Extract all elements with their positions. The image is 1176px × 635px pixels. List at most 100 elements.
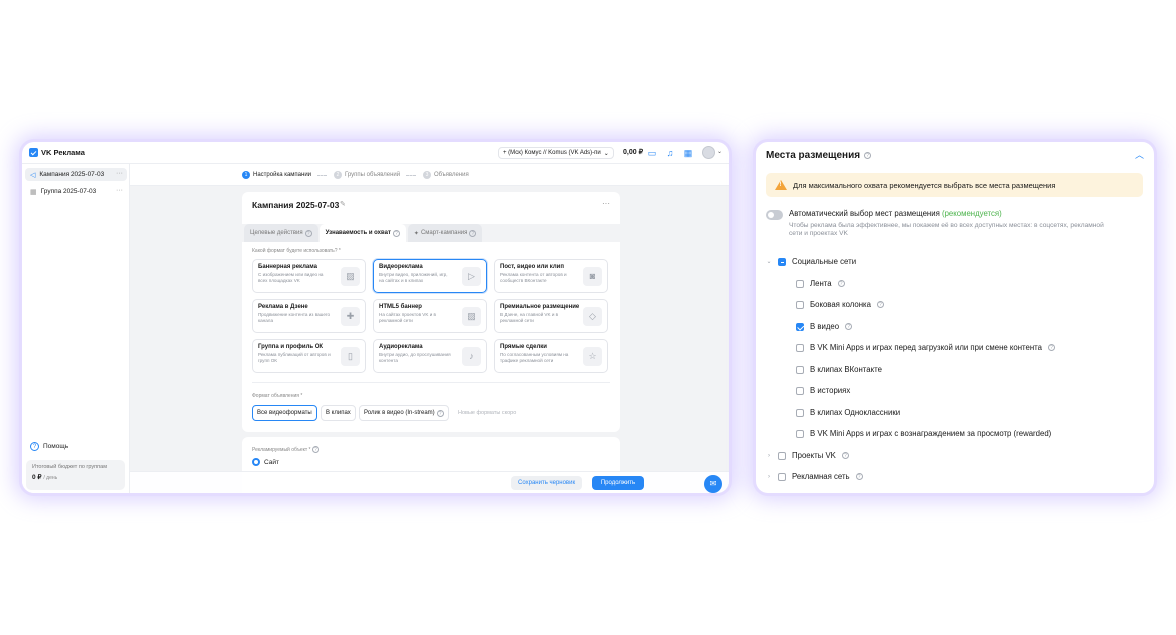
ad-format-clips[interactable]: В клипах	[321, 405, 356, 421]
help-icon[interactable]: ?	[855, 473, 863, 480]
checkbox[interactable]	[796, 343, 804, 352]
budget-label: Итоговый бюджет по группам	[32, 464, 107, 470]
placement-item-miniapps-rewarded[interactable]: В VK Mini Apps и играх с вознаграждением…	[796, 429, 1051, 438]
megaphone-icon: ◁	[30, 171, 36, 179]
balance[interactable]: 0,00 ₽	[623, 148, 643, 156]
checkbox[interactable]	[796, 300, 804, 309]
help-icon[interactable]: ?	[837, 280, 845, 287]
more-icon[interactable]: ···	[116, 187, 123, 194]
auto-placement-description: Чтобы реклама была эффективнее, мы покаж…	[789, 222, 1104, 237]
checkbox-checked[interactable]	[796, 322, 804, 331]
continue-button[interactable]: Продолжить	[592, 476, 644, 490]
recommendation-alert: Для максимального охвата рекомендуется в…	[766, 173, 1143, 197]
placement-group-ad-network[interactable]: › Рекламная сеть ?	[766, 472, 863, 481]
chevron-right-icon[interactable]: ›	[766, 453, 772, 459]
app-name: VK Реклама	[41, 148, 85, 157]
help-icon[interactable]: ?	[841, 452, 849, 459]
format-premium[interactable]: Премиальное размещение В Дзене, на главн…	[494, 299, 608, 333]
help-icon[interactable]: ?	[392, 229, 400, 237]
vk-icon: ◙	[583, 267, 602, 286]
placement-item-in-video[interactable]: В видео ?	[796, 322, 853, 331]
format-dzen[interactable]: Реклама в Дзене Продвижение контента из …	[252, 299, 366, 333]
wallet-icon[interactable]: ▭	[647, 148, 657, 158]
tab-smart-campaign[interactable]: ✦ Смарт-кампания?	[407, 224, 483, 242]
chevron-down-icon[interactable]: ⌄	[717, 148, 722, 155]
placement-item-ok-clips[interactable]: В клипах Одноклассники	[796, 408, 900, 417]
tab-awareness[interactable]: Узнаваемость и охват?	[319, 224, 406, 242]
placement-item-vk-clips[interactable]: В клипах ВКонтакте	[796, 365, 882, 374]
edit-icon[interactable]: ✎	[340, 200, 346, 208]
bell-icon[interactable]: ♫	[665, 148, 675, 158]
more-icon[interactable]: ···	[602, 199, 610, 208]
format-post[interactable]: Пост, видео или клип Реклама контента от…	[494, 259, 608, 293]
vk-ads-logo[interactable]: VK Реклама	[29, 148, 85, 157]
format-banner[interactable]: Баннерная реклама С изображением или вид…	[252, 259, 366, 293]
placement-item-feed[interactable]: Лента ?	[796, 279, 845, 288]
checkbox[interactable]	[796, 386, 804, 395]
sidebar-item-group[interactable]: ▦ Группа 2025-07-03 ···	[25, 185, 127, 198]
checkbox[interactable]	[796, 408, 804, 417]
checkbox[interactable]	[778, 451, 786, 460]
step-groups[interactable]: 2 Группы объявлений	[334, 171, 400, 179]
help-icon[interactable]: ?	[845, 323, 853, 330]
help-icon[interactable]: ?	[876, 301, 884, 308]
format-html5[interactable]: HTML5 баннер На сайтах проектов VK и в р…	[373, 299, 487, 333]
placement-item-stories[interactable]: В историях	[796, 386, 850, 395]
checkbox[interactable]	[778, 472, 786, 481]
save-draft-button[interactable]: Сохранить черновик	[511, 476, 583, 490]
chat-icon[interactable]: ✉	[704, 475, 722, 493]
campaign-title: Кампания 2025-07-03	[252, 200, 340, 210]
sidebar-item-campaign[interactable]: ◁ Кампания 2025-07-03 ···	[25, 168, 127, 181]
step-divider	[406, 175, 416, 176]
checkbox[interactable]	[796, 429, 804, 438]
sidebar-item-label: Группа 2025-07-03	[40, 188, 97, 195]
chevron-up-icon[interactable]: ︿	[1135, 148, 1144, 161]
checkbox[interactable]	[796, 365, 804, 374]
top-bar: VK Реклама + (Мск) Комус // Komus (VK Ad…	[22, 142, 729, 164]
placements-panel: Места размещения ? ︿ Для максимального о…	[756, 142, 1154, 493]
step-campaign[interactable]: 1 Настройка кампании	[242, 171, 311, 179]
avatar[interactable]	[702, 146, 715, 159]
ad-format-all-video[interactable]: Все видеоформаты	[252, 405, 317, 421]
step-ads[interactable]: 3 Объявления	[423, 171, 469, 179]
format-ok[interactable]: Группа и профиль ОК Реклама публикаций о…	[252, 339, 366, 373]
help-icon[interactable]: ?	[311, 446, 319, 453]
auto-placement-toggle[interactable]	[766, 210, 783, 220]
checkbox[interactable]	[796, 279, 804, 288]
placement-item-sidebar[interactable]: Боковая колонка ?	[796, 300, 884, 309]
more-icon[interactable]: ···	[116, 170, 123, 177]
ok-icon: ▯	[341, 347, 360, 366]
help-icon[interactable]: ?	[469, 229, 477, 237]
main-area: 1 Настройка кампании 2 Группы объявлений…	[130, 164, 729, 493]
star-icon: ☆	[583, 347, 602, 366]
sidebar-item-label: Кампания 2025-07-03	[39, 171, 105, 178]
chevron-right-icon[interactable]: ›	[766, 474, 772, 480]
placement-item-miniapps-loading[interactable]: В VK Mini Apps и играх перед загрузкой и…	[796, 343, 1055, 352]
step-divider	[317, 175, 327, 176]
checkbox-indeterminate[interactable]	[778, 257, 786, 266]
account-selector[interactable]: + (Мск) Комус // Komus (VK Ads)-пи ⌄	[498, 147, 614, 159]
apps-icon[interactable]: ▦	[683, 148, 693, 158]
help-icon[interactable]: ?	[304, 229, 312, 237]
budget-summary: Итоговый бюджет по группам 0 ₽ / день	[26, 460, 125, 490]
help-icon[interactable]: ?	[1047, 344, 1055, 351]
format-question: Какой формат будете использовать? *	[252, 248, 341, 254]
ad-format-label: Формат объявления *	[252, 393, 303, 399]
placement-group-vk-projects[interactable]: › Проекты VK ?	[766, 451, 849, 460]
help-link[interactable]: ? Помощь	[30, 442, 68, 451]
help-icon[interactable]: ?	[864, 152, 872, 159]
object-radio-site[interactable]: Сайт	[252, 458, 279, 466]
ad-format-instream[interactable]: Ролик в видео (In-stream) ?	[359, 405, 449, 421]
budget-value: 0 ₽ / день	[32, 474, 58, 481]
format-video[interactable]: Видеореклама Внутри видео, приложений, и…	[373, 259, 487, 293]
placement-group-social[interactable]: ⌄ Социальные сети	[766, 257, 856, 266]
diamond-icon: ◇	[583, 307, 602, 326]
format-direct-deals[interactable]: Прямые сделки По согласованным условиям …	[494, 339, 608, 373]
chevron-down-icon: ⌄	[603, 150, 609, 157]
bottom-action-bar: Сохранить черновик Продолжить	[130, 471, 729, 493]
format-audio[interactable]: Аудиореклама Внутри аудио, до прослушива…	[373, 339, 487, 373]
chevron-down-icon[interactable]: ⌄	[766, 258, 772, 265]
play-icon: ▷	[462, 267, 481, 286]
tab-target-actions[interactable]: Целевые действия?	[244, 224, 318, 242]
help-icon[interactable]: ?	[436, 409, 444, 417]
